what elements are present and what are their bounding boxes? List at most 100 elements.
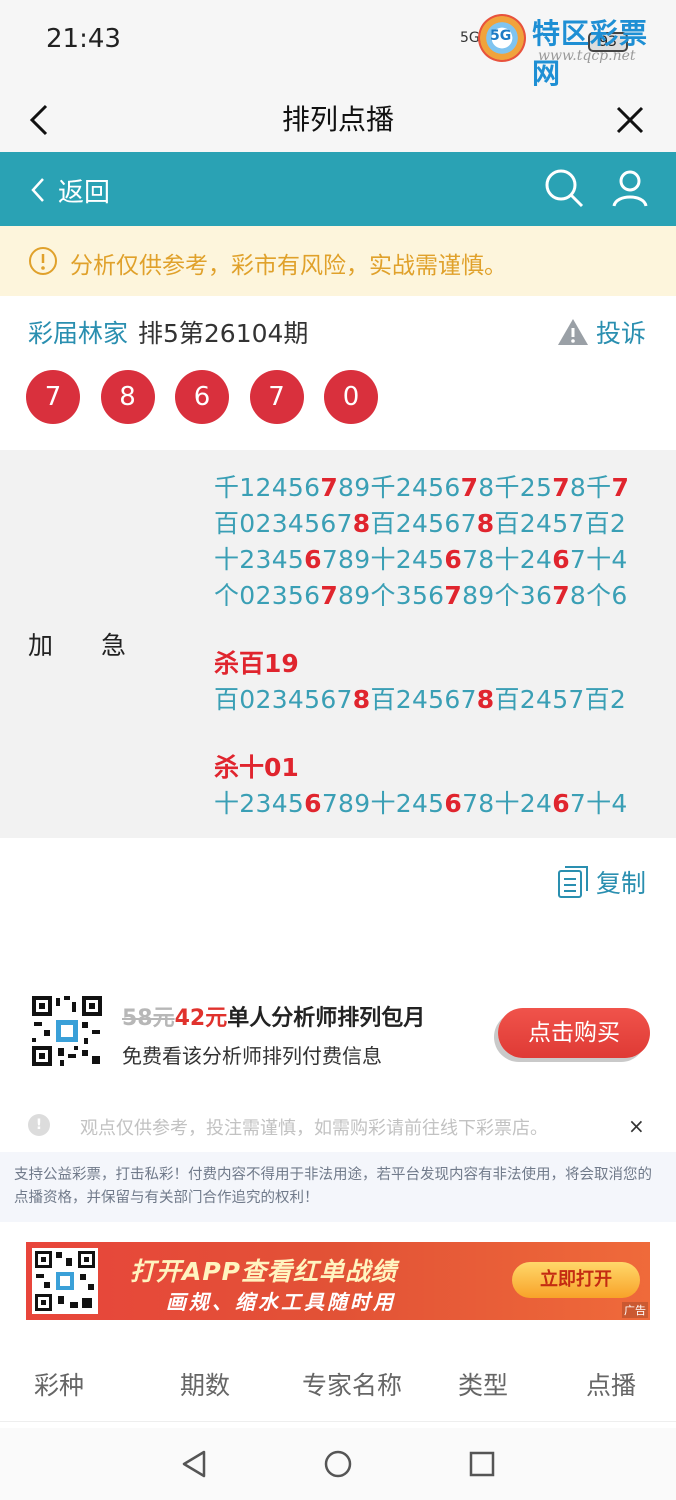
promo-subtitle: 免费看该分析师排列付费信息 (122, 1044, 382, 1068)
copy-button[interactable]: 复制 (556, 864, 646, 900)
risk-notice: 分析仅供参考，彩市有风险，实战需谨慎。 (0, 226, 676, 296)
line-segment: 千12456 (214, 473, 321, 502)
list-table-header: 彩种 期数 专家名称 类型 点播 (0, 1342, 676, 1422)
expert-name[interactable]: 彩届林家 (28, 314, 128, 350)
line-segment: 789十245 (321, 789, 445, 818)
nav-home-circle-icon[interactable] (322, 1448, 354, 1480)
search-icon[interactable] (542, 166, 586, 210)
line-segment: 百2457百2 (494, 509, 627, 538)
line-segment: 78十24 (462, 789, 553, 818)
highlighted-digit: 8 (476, 509, 495, 538)
banner-headline: 打开APP查看红单战绩 (130, 1257, 397, 1286)
warning-icon (558, 319, 588, 345)
disclaimer-close-button[interactable]: × (628, 1114, 645, 1138)
notice-text: 分析仅供参考，彩市有风险，实战需谨慎。 (70, 253, 507, 279)
highlighted-digit: 7 (460, 473, 479, 502)
column-header-lottery: 彩种 (34, 1371, 85, 1400)
column-header-issue: 期数 (180, 1371, 231, 1400)
copy-label: 复制 (596, 869, 647, 898)
line-segment: 百0234567 (214, 685, 353, 714)
line-segment: 百2457百2 (494, 685, 627, 714)
ad-tag: 广告 (622, 1302, 648, 1318)
line-segment: 7十4 (569, 545, 628, 574)
column-header-order: 点播 (586, 1371, 637, 1400)
highlighted-digit: 6 (304, 545, 322, 574)
line-segment: 8千25 (478, 473, 553, 502)
draw-ball: 8 (100, 370, 155, 424)
line-segment: 89个356 (338, 581, 445, 610)
info-icon (29, 247, 57, 275)
prediction-line: 百02345678百245678百2457百2 (214, 682, 654, 718)
highlighted-digit: 7 (320, 581, 339, 610)
app-banner-ad[interactable]: 打开APP查看红单战绩 画规、缩水工具随时用 立即打开 广告 (26, 1242, 650, 1320)
copy-icon (558, 866, 588, 898)
highlighted-digit: 7 (320, 473, 339, 502)
line-segment: 8个6 (569, 581, 628, 610)
nav-back-button[interactable]: 返回 (28, 170, 110, 210)
draw-ball: 0 (324, 370, 378, 424)
prediction-lines: 千12456789千245678千2578千7 百02345678百245678百… (214, 470, 654, 822)
highlighted-digit: 6 (552, 789, 570, 818)
line-segment: 个02356 (214, 581, 321, 610)
kill-title: 杀百19 (214, 649, 299, 678)
column-header-type: 类型 (458, 1371, 509, 1400)
issue-title: 排5第26104期 (138, 319, 309, 348)
highlighted-digit: 6 (444, 789, 463, 818)
content-label: 加急 (28, 631, 175, 660)
kill-title: 杀十01 (214, 753, 299, 782)
line-segment: 十2345 (214, 545, 305, 574)
watermark-logo-icon: 5G (478, 14, 526, 62)
draw-ball: 7 (26, 370, 80, 424)
signal-icon: 5G (460, 30, 480, 46)
line-segment: 百0234567 (214, 509, 353, 538)
disclaimer-text: 观点仅供参考，投注需谨慎，如需购彩请前往线下彩票店。 (80, 1118, 548, 1139)
nav-recents-square-icon[interactable] (466, 1448, 498, 1480)
highlighted-digit: 6 (304, 789, 322, 818)
highlighted-digit: 7 (444, 581, 463, 610)
chevron-left-icon (31, 178, 44, 202)
prediction-line: 十23456789十245678十2467十4 (214, 786, 654, 822)
banner-open-button[interactable]: 立即打开 (512, 1262, 640, 1298)
disclaimer-bar: ! 观点仅供参考，投注需谨慎，如需购彩请前往线下彩票店。 × (0, 1104, 676, 1148)
title-bar: 排列点播 (0, 86, 676, 152)
highlighted-digit: 6 (444, 545, 463, 574)
line-segment: 8千 (569, 473, 612, 502)
complain-button[interactable]: 投诉 (556, 314, 646, 350)
nav-bar: 返回 (0, 152, 676, 226)
buy-button[interactable]: 点击购买 (498, 1008, 650, 1058)
close-icon[interactable] (610, 100, 650, 140)
qr-code-icon (30, 994, 104, 1068)
draw-ball: 6 (175, 370, 229, 424)
draw-number-balls: 78670 (26, 370, 399, 424)
banner-subline: 画规、缩水工具随时用 (166, 1290, 396, 1314)
line-segment: 78十24 (462, 545, 553, 574)
prediction-line: 千12456789千245678千2578千7 (214, 470, 654, 506)
old-price: 58元 (122, 1006, 175, 1031)
complain-label: 投诉 (596, 319, 647, 348)
column-header-expert: 专家名称 (302, 1371, 403, 1400)
line-segment: 百24567 (370, 509, 477, 538)
prediction-line: 十23456789十245678十2467十4 (214, 542, 654, 578)
promo-price: 58元42元单人分析师排列包月 (122, 1000, 425, 1032)
user-icon[interactable] (608, 166, 652, 210)
line-segment: 89个36 (462, 581, 553, 610)
nav-back-triangle-icon[interactable] (178, 1448, 210, 1480)
status-time: 21:43 (46, 24, 121, 54)
highlighted-digit: 7 (552, 581, 570, 610)
prediction-line: 百02345678百245678百2457百2 (214, 506, 654, 542)
promo-title: 单人分析师排列包月 (227, 1006, 426, 1031)
site-watermark: 5G 特区彩票网 www.tqcp.net (478, 10, 670, 90)
highlighted-digit: 7 (611, 473, 630, 502)
prediction-content: 加急 千12456789千245678千2578千7 百02345678百2456… (0, 450, 676, 838)
line-segment: 7十4 (569, 789, 628, 818)
highlighted-digit: 6 (552, 545, 570, 574)
line-segment: 百24567 (370, 685, 477, 714)
highlighted-digit: 8 (352, 685, 371, 714)
highlighted-digit: 8 (476, 685, 495, 714)
draw-ball: 7 (249, 370, 304, 424)
terms-text: 支持公益彩票，打击私彩！付费内容不得用于非法用途，若平台发现内容有非法使用，将会… (0, 1152, 676, 1222)
post-header: 彩届林家 排5第26104期 投诉 (0, 306, 676, 356)
line-segment: 十2345 (214, 789, 305, 818)
